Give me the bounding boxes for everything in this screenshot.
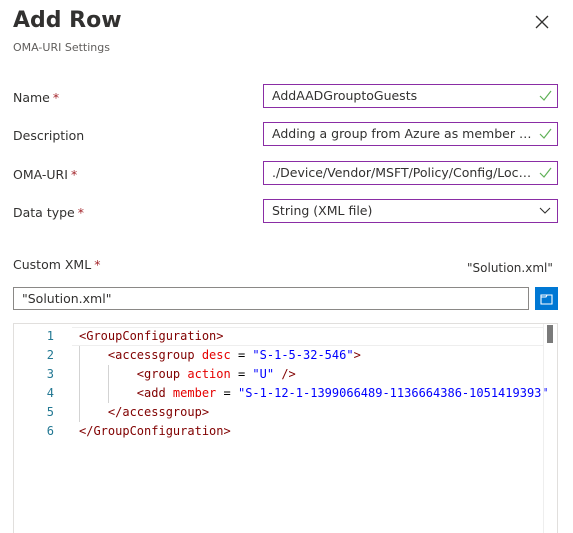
code-token: > bbox=[353, 348, 361, 362]
code-token: </accessgroup> bbox=[107, 405, 210, 419]
description-input[interactable]: Adding a group from Azure as member of t… bbox=[263, 122, 558, 146]
browse-button[interactable] bbox=[535, 287, 558, 310]
code-line: </GroupConfiguration> bbox=[79, 424, 231, 438]
code-token: <group bbox=[136, 367, 188, 381]
close-icon[interactable] bbox=[534, 14, 550, 30]
code-editor[interactable]: 1 <GroupConfiguration> 2 <accessgroup desc… bbox=[13, 323, 558, 533]
code-token: member bbox=[172, 386, 217, 400]
code-token: "S-1-12-1-1399066489-1136664386-10514193… bbox=[237, 386, 549, 400]
page-subtitle: OMA-URI Settings bbox=[13, 41, 110, 54]
required-marker: * bbox=[52, 90, 60, 105]
editor-scrollbar[interactable] bbox=[543, 324, 557, 533]
required-marker: * bbox=[70, 167, 78, 182]
code-token: <add bbox=[136, 386, 173, 400]
data-type-label: Data type * bbox=[13, 205, 84, 220]
code-token: = bbox=[230, 367, 253, 381]
file-name-display: "Solution.xml" bbox=[467, 261, 553, 275]
line-number: 3 bbox=[46, 367, 54, 381]
oma-uri-input[interactable]: ./Device/Vendor/MSFT/Policy/Config/Local… bbox=[263, 161, 558, 185]
data-type-dropdown[interactable]: String (XML file) bbox=[263, 199, 558, 223]
code-token: </GroupConfiguration> bbox=[79, 424, 231, 438]
code-line: <accessgroup desc = "S-1-5-32-546"> bbox=[79, 348, 361, 362]
line-number: 1 bbox=[46, 329, 54, 343]
code-token: action bbox=[187, 367, 231, 381]
code-token: /> bbox=[274, 367, 296, 381]
name-label: Name * bbox=[13, 90, 60, 105]
code-token: = bbox=[216, 386, 238, 400]
code-token: <GroupConfiguration> bbox=[79, 329, 224, 343]
line-number: 4 bbox=[46, 386, 54, 400]
name-input[interactable]: AddAADGrouptoGuests bbox=[263, 84, 558, 108]
page-title: Add Row bbox=[13, 8, 122, 33]
folder-icon bbox=[540, 294, 553, 305]
line-number: 2 bbox=[46, 348, 54, 362]
code-line: </accessgroup> bbox=[79, 405, 209, 419]
code-line: <GroupConfiguration> bbox=[79, 329, 224, 343]
scrollbar-thumb[interactable] bbox=[547, 325, 553, 343]
checkmark-icon bbox=[539, 90, 552, 101]
required-marker: * bbox=[77, 205, 84, 220]
checkmark-icon bbox=[539, 167, 552, 178]
line-number: 6 bbox=[46, 424, 54, 438]
checkmark-icon bbox=[539, 128, 552, 139]
code-token: desc bbox=[201, 348, 231, 362]
custom-xml-label: Custom XML * bbox=[13, 257, 101, 272]
oma-uri-label: OMA-URI * bbox=[13, 167, 78, 182]
code-token: = bbox=[230, 348, 253, 362]
code-token: "U" bbox=[252, 367, 275, 381]
code-line: <add member = "S-1-12-1-1399066489-11366… bbox=[79, 386, 549, 400]
code-token: "S-1-5-32-546" bbox=[252, 348, 354, 362]
code-token: <accessgroup bbox=[107, 348, 202, 362]
description-label: Description bbox=[13, 128, 85, 143]
chevron-down-icon bbox=[539, 207, 551, 214]
line-number: 5 bbox=[46, 405, 54, 419]
code-line: <group action = "U" /> bbox=[79, 367, 296, 381]
file-input[interactable]: "Solution.xml" bbox=[13, 287, 529, 310]
